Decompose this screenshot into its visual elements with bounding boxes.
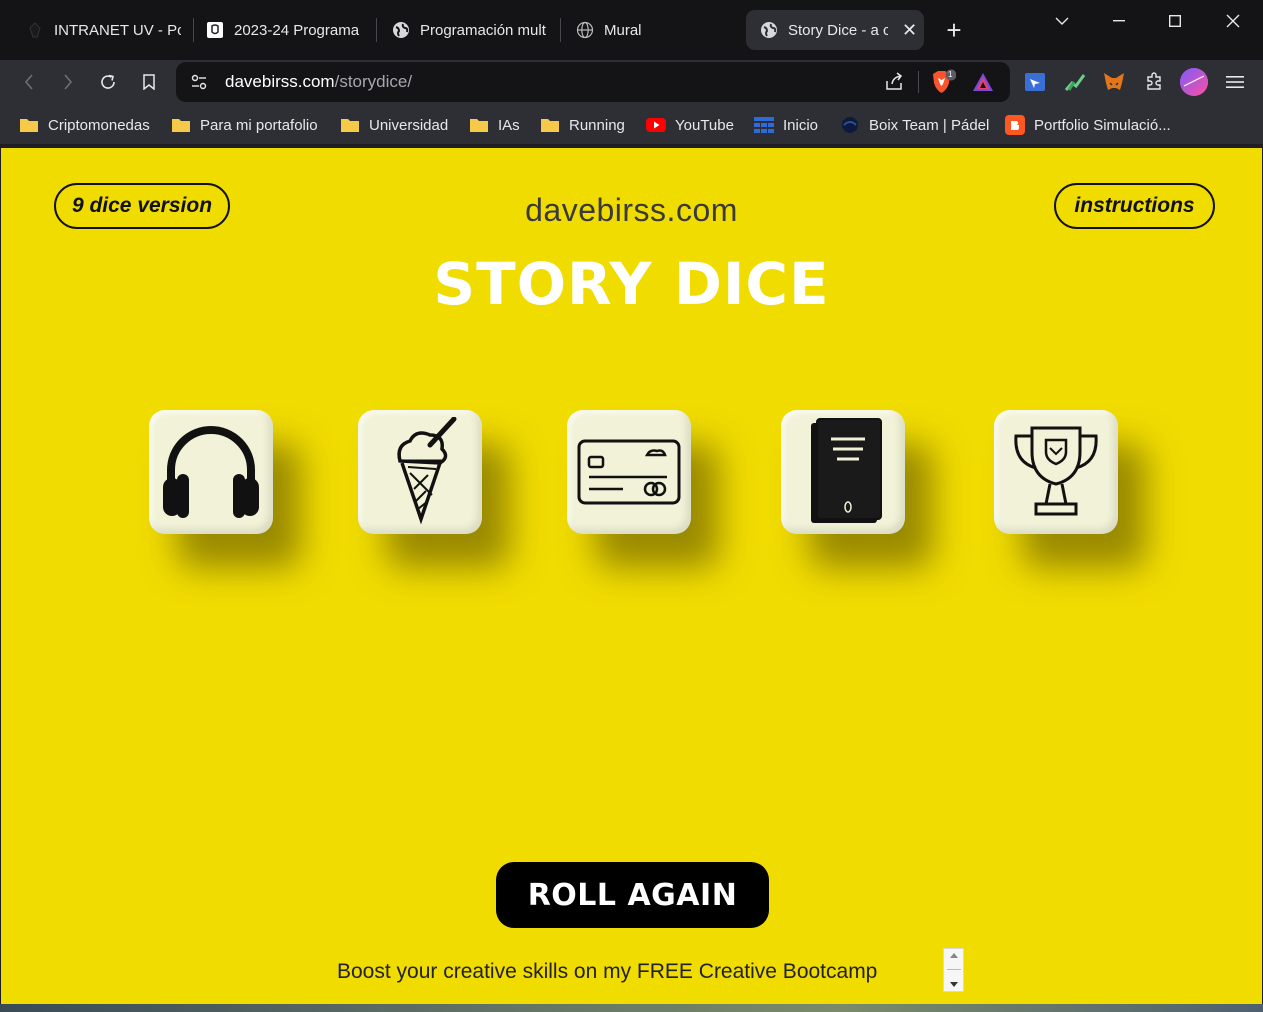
address-divider	[918, 71, 919, 93]
tab-title: 2023-24 Programa	[234, 21, 360, 39]
bookmark-universidad[interactable]: Universidad	[340, 112, 448, 138]
navigation-toolbar: davebirss.com/storydice/ 1	[0, 60, 1263, 104]
maximize-icon[interactable]	[1153, 6, 1197, 36]
tab-title: Programación mult	[420, 21, 546, 39]
bookmark-youtube[interactable]: YouTube	[646, 112, 734, 138]
profile-avatar-icon[interactable]	[1180, 68, 1208, 96]
bookmark-inicio[interactable]: Inicio	[754, 112, 818, 138]
die-book	[781, 410, 905, 534]
bookmark-label: YouTube	[675, 116, 734, 134]
headphones-icon	[163, 426, 259, 518]
die-headphones	[149, 410, 273, 534]
url-text[interactable]: davebirss.com/storydice/	[225, 72, 412, 92]
extension-blue-icon[interactable]	[1021, 68, 1049, 96]
credit-card-icon	[577, 439, 681, 505]
site-name: davebirss.com	[525, 192, 738, 228]
tab-divider	[376, 18, 377, 42]
tab-divider	[560, 18, 561, 42]
bookmark-portafolio[interactable]: Para mi portafolio	[171, 112, 318, 138]
forward-icon[interactable]	[53, 67, 83, 97]
tab-programa[interactable]: 2023-24 Programa	[206, 10, 366, 50]
bookmark-portfolio-simulacion[interactable]: Portfolio Simulació...	[1005, 112, 1171, 138]
spinner-divider	[946, 969, 961, 970]
folder-icon	[171, 116, 191, 134]
spinner-down-icon[interactable]	[949, 981, 959, 988]
reload-icon[interactable]	[93, 67, 123, 97]
close-window-icon[interactable]	[1211, 6, 1255, 36]
tab-title: Mural	[604, 21, 642, 39]
grid-icon	[754, 116, 774, 134]
folder-icon	[340, 116, 360, 134]
bookmark-label: Universidad	[369, 116, 449, 134]
tab-story-dice[interactable]: Story Dice - a c ✕	[746, 10, 924, 50]
bookmark-label: Portfolio Simulació...	[1034, 116, 1171, 134]
tab-intranet[interactable]: INTRANET UV - Por	[26, 10, 181, 50]
share-icon[interactable]	[884, 72, 904, 97]
tab-mural[interactable]: Mural	[576, 10, 716, 50]
folder-icon	[469, 116, 489, 134]
address-bar[interactable]: davebirss.com/storydice/ 1	[176, 62, 1010, 102]
bookmark-label: Inicio	[783, 116, 819, 134]
tab-title: Story Dice - a c	[788, 21, 888, 39]
globe-icon	[760, 21, 778, 39]
bookmark-label: IAs	[498, 116, 520, 134]
folder-icon	[540, 116, 560, 134]
shields-badge: 1	[948, 70, 953, 79]
document-favicon-icon	[206, 21, 224, 39]
bootcamp-promo-text[interactable]: Boost your creative skills on my FREE Cr…	[337, 960, 877, 984]
tab-search-icon[interactable]	[1040, 6, 1084, 36]
bookmark-label: Boix Team | Pádel	[869, 116, 990, 134]
ice-cream-icon	[397, 417, 457, 525]
extensions-puzzle-icon[interactable]	[1140, 68, 1168, 96]
story-dice-page: 9 dice version instructions davebirss.co…	[1, 148, 1262, 1004]
trophy-icon	[1014, 426, 1098, 516]
bookmark-running[interactable]: Running	[540, 112, 625, 138]
die-trophy	[994, 410, 1118, 534]
scroll-spinner[interactable]	[943, 948, 964, 992]
menu-icon[interactable]	[1221, 68, 1249, 96]
bookmark-label: Criptomonedas	[48, 116, 150, 134]
bookmark-label: Running	[569, 116, 625, 134]
bookmark-label: Para mi portafolio	[200, 116, 318, 134]
brave-rewards-icon[interactable]	[972, 72, 994, 97]
metamask-icon[interactable]	[1100, 68, 1128, 96]
new-tab-button[interactable]: +	[932, 15, 976, 45]
minimize-icon[interactable]	[1097, 6, 1141, 36]
blogger-icon	[1005, 115, 1025, 135]
book-icon	[811, 418, 882, 523]
bookmark-criptomonedas[interactable]: Criptomonedas	[19, 112, 150, 138]
globe-icon	[392, 21, 410, 39]
extension-chart-icon[interactable]	[1061, 68, 1089, 96]
die-ice-cream	[358, 410, 482, 534]
url-path: /storydice/	[334, 72, 413, 91]
roll-again-button[interactable]: ROLL AGAIN	[496, 862, 769, 928]
brave-shields-icon[interactable]: 1	[930, 69, 957, 100]
desktop-background-strip	[0, 1004, 1263, 1012]
url-host: davebirss.com	[225, 72, 335, 91]
tab-title: INTRANET UV - Por	[54, 21, 181, 39]
intranet-favicon-icon	[26, 21, 44, 39]
globe-outline-icon	[576, 21, 594, 39]
spinner-up-icon[interactable]	[949, 952, 959, 959]
bookmark-boix-team[interactable]: Boix Team | Pádel	[840, 112, 989, 138]
bookmarks-bar: Criptomonedas Para mi portafolio Univers…	[0, 104, 1263, 144]
tab-strip: INTRANET UV - Por 2023-24 Programa Progr…	[0, 0, 1263, 60]
folder-icon	[19, 116, 39, 134]
bookmark-ias[interactable]: IAs	[469, 112, 520, 138]
close-tab-icon[interactable]: ✕	[902, 20, 917, 41]
youtube-icon	[646, 116, 666, 134]
site-settings-icon[interactable]	[190, 73, 208, 96]
bookmark-icon[interactable]	[134, 67, 164, 97]
circle-icon	[840, 116, 860, 134]
page-title: STORY DICE	[433, 250, 830, 318]
tab-divider	[193, 18, 194, 42]
tab-programacion[interactable]: Programación mult	[392, 10, 548, 50]
die-credit-card	[567, 410, 691, 534]
back-icon[interactable]	[14, 67, 44, 97]
